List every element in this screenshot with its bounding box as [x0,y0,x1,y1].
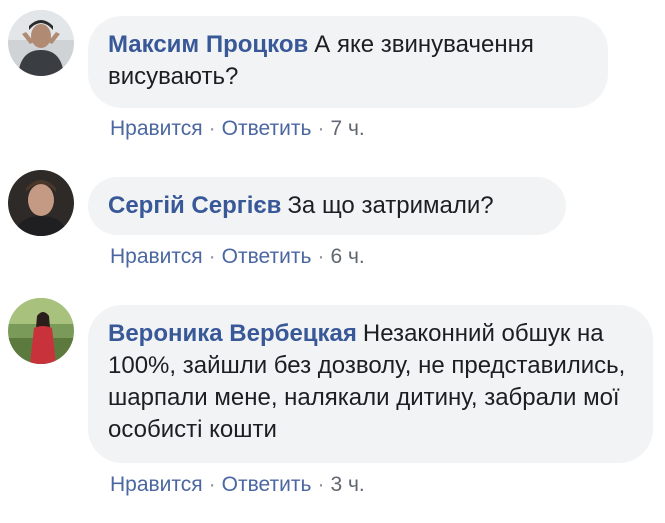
comment-time[interactable]: 6 ч. [330,245,364,268]
avatar[interactable] [8,10,74,76]
comment-author[interactable]: Максим Процков [108,31,308,58]
like-link[interactable]: Нравится [110,245,203,268]
comment-author[interactable]: Вероника Вербецкая [108,320,357,347]
comment-text: За що затримали? [287,192,494,219]
reply-link[interactable]: Ответить [222,245,312,268]
avatar[interactable] [8,170,74,236]
reply-link[interactable]: Ответить [222,117,312,140]
like-link[interactable]: Нравится [110,473,203,496]
separator-dot: · [208,245,216,268]
comment-bubble: Максим Процков А яке звинувачення висуваю… [88,16,608,108]
reply-link[interactable]: Ответить [222,473,312,496]
user-avatar-icon [8,298,74,364]
comment-time[interactable]: 7 ч. [330,117,364,140]
comment-actions: Нравится · Ответить · 7 ч. [110,117,365,141]
comment-author[interactable]: Сергій Сергієв [108,192,281,219]
separator-dot: · [317,245,325,268]
separator-dot: · [317,473,325,496]
user-avatar-icon [8,10,74,76]
comment-actions: Нравится · Ответить · 3 ч. [110,473,365,497]
separator-dot: · [208,117,216,140]
comment-actions: Нравится · Ответить · 6 ч. [110,245,365,269]
separator-dot: · [208,473,216,496]
comment-bubble: Вероника Вербецкая Незаконний обшук на 10… [88,305,653,463]
comment-time[interactable]: 3 ч. [330,473,364,496]
like-link[interactable]: Нравится [110,117,203,140]
separator-dot: · [317,117,325,140]
comment-bubble: Сергій Сергієв За що затримали? [88,177,566,235]
user-avatar-icon [8,170,74,236]
avatar[interactable] [8,298,74,364]
